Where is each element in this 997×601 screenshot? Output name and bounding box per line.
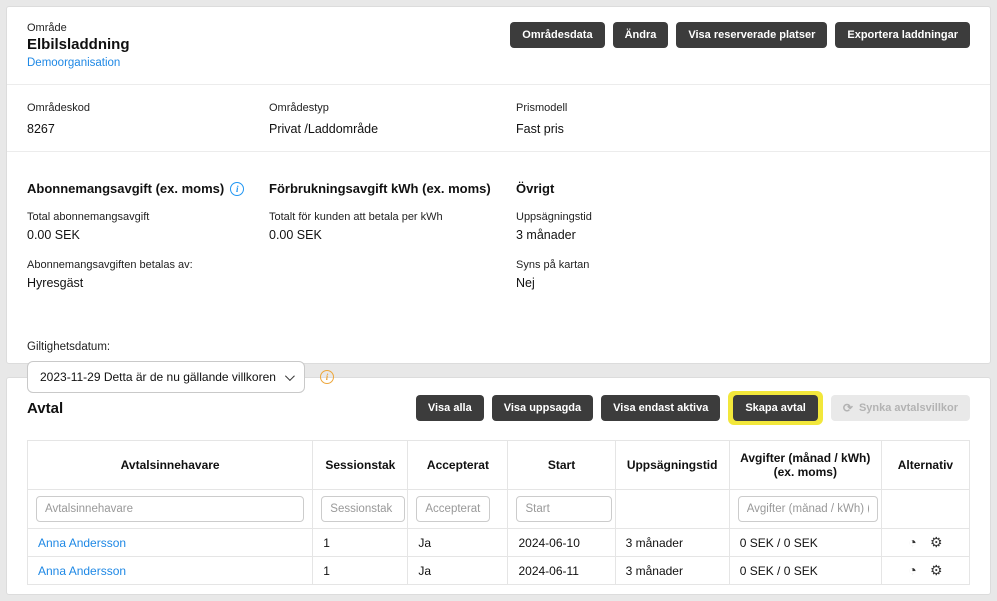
table-row: Anna Andersson 1 Ja 2024-06-10 3 månader… <box>28 529 970 557</box>
cell-start: 2024-06-10 <box>508 529 615 557</box>
page-title: Elbilsladdning <box>27 36 130 53</box>
area-type-label: Områdestyp <box>269 102 516 114</box>
cell-options: ◔ ⚙ <box>881 529 969 557</box>
cell-notice-period: 3 månader <box>615 557 729 585</box>
areadata-button[interactable]: Områdesdata <box>510 22 604 48</box>
contract-holder-link[interactable]: Anna Andersson <box>38 536 126 550</box>
subscription-fee-title: Abonnemangsavgift (ex. moms) i <box>27 181 269 196</box>
area-code-value: 8267 <box>27 122 269 136</box>
divider <box>7 84 990 85</box>
gear-icon[interactable]: ⚙ <box>930 534 943 551</box>
price-model-label: Prismodell <box>516 102 970 114</box>
validity-selected-option: 2023-11-29 Detta är de nu gällande villk… <box>40 370 276 384</box>
subscription-fee-column: Abonnemangsavgift (ex. moms) i Total abo… <box>27 181 269 307</box>
header-options: Alternativ <box>881 441 969 490</box>
cell-session-cap: 1 <box>313 529 408 557</box>
table-filter-row <box>28 490 970 529</box>
export-chargings-button[interactable]: Exportera laddningar <box>835 22 970 48</box>
contracts-title: Avtal <box>27 400 63 417</box>
cell-start: 2024-06-11 <box>508 557 615 585</box>
visible-on-map-label: Syns på kartan <box>516 259 970 271</box>
pricing-section: Abonnemangsavgift (ex. moms) i Total abo… <box>27 165 970 307</box>
other-title: Övrigt <box>516 181 970 196</box>
header-session-cap: Sessionstak <box>313 441 408 490</box>
consumption-fee-column: Förbrukningsavgift kWh (ex. moms) Totalt… <box>269 181 516 307</box>
page: Område Elbilsladdning Demoorganisation O… <box>0 0 997 601</box>
history-icon[interactable]: ◔ <box>908 562 916 578</box>
cell-accepted: Ja <box>408 557 508 585</box>
header-contract-holder: Avtalsinnehavare <box>28 441 313 490</box>
filter-contract-holder-input[interactable] <box>36 496 304 522</box>
area-kicker: Område <box>27 22 130 34</box>
notice-period-value: 3 månader <box>516 228 970 242</box>
contracts-table: Avtalsinnehavare Sessionstak Accepterat … <box>27 440 970 585</box>
visible-on-map-value: Nej <box>516 276 970 290</box>
sync-contract-terms-button[interactable]: ⟳ Synka avtalsvillkor <box>831 395 970 421</box>
show-active-only-button[interactable]: Visa endast aktiva <box>601 395 720 421</box>
show-all-button[interactable]: Visa alla <box>416 395 484 421</box>
area-card-header: Område Elbilsladdning Demoorganisation O… <box>27 22 970 71</box>
filter-empty-cell <box>881 490 969 529</box>
table-row: Anna Andersson 1 Ja 2024-06-11 3 månader… <box>28 557 970 585</box>
area-code-label: Områdeskod <box>27 102 269 114</box>
total-subscription-value: 0.00 SEK <box>27 228 269 242</box>
table-header-row: Avtalsinnehavare Sessionstak Accepterat … <box>28 441 970 490</box>
header-start: Start <box>508 441 615 490</box>
gear-icon[interactable]: ⚙ <box>930 562 943 579</box>
per-kwh-label: Totalt för kunden att betala per kWh <box>269 211 516 223</box>
subscription-fee-title-text: Abonnemangsavgift (ex. moms) <box>27 181 224 196</box>
validity-select[interactable]: 2023-11-29 Detta är de nu gällande villk… <box>27 361 305 393</box>
cell-options: ◔ ⚙ <box>881 557 969 585</box>
warning-info-icon[interactable]: i <box>320 370 334 384</box>
divider <box>7 151 990 152</box>
area-card: Område Elbilsladdning Demoorganisation O… <box>6 6 991 364</box>
paid-by-label: Abonnemangsavgiften betalas av: <box>27 259 269 271</box>
field-area-type: Områdestyp Privat /Laddområde <box>269 102 516 136</box>
filter-session-cap-input[interactable] <box>321 496 405 522</box>
sync-icon: ⟳ <box>843 402 853 414</box>
cell-fees: 0 SEK / 0 SEK <box>729 557 881 585</box>
price-model-value: Fast pris <box>516 122 970 136</box>
contracts-actions: Visa alla Visa uppsagda Visa endast akti… <box>416 391 970 425</box>
filter-empty-cell <box>615 490 729 529</box>
cell-accepted: Ja <box>408 529 508 557</box>
filter-fees-input[interactable] <box>738 496 878 522</box>
header-notice-period: Uppsägningstid <box>615 441 729 490</box>
validity-label: Giltighetsdatum: <box>27 341 970 353</box>
title-block: Område Elbilsladdning Demoorganisation <box>27 22 130 71</box>
organization-link[interactable]: Demoorganisation <box>27 57 120 69</box>
edit-button[interactable]: Ändra <box>613 22 669 48</box>
contracts-card: Avtal Visa alla Visa uppsagda Visa endas… <box>6 377 991 595</box>
filter-accepted-input[interactable] <box>416 496 490 522</box>
other-column: Övrigt Uppsägningstid 3 månader Syns på … <box>516 181 970 307</box>
per-kwh-value: 0.00 SEK <box>269 228 516 242</box>
filter-start-input[interactable] <box>516 496 612 522</box>
chevron-down-icon <box>285 371 295 381</box>
area-actions: Områdesdata Ändra Visa reserverade plats… <box>510 22 970 48</box>
total-subscription-label: Total abonnemangsavgift <box>27 211 269 223</box>
history-icon[interactable]: ◔ <box>908 534 916 550</box>
contract-holder-link[interactable]: Anna Andersson <box>38 564 126 578</box>
area-details: Områdeskod 8267 Områdestyp Privat /Laddo… <box>27 98 970 138</box>
paid-by-value: Hyresgäst <box>27 276 269 290</box>
show-reserved-button[interactable]: Visa reserverade platser <box>676 22 827 48</box>
create-contract-button[interactable]: Skapa avtal <box>733 395 818 421</box>
header-fees: Avgifter (månad / kWh) (ex. moms) <box>729 441 881 490</box>
contracts-header: Avtal Visa alla Visa uppsagda Visa endas… <box>27 391 970 425</box>
sync-button-label: Synka avtalsvillkor <box>859 402 958 414</box>
cell-session-cap: 1 <box>313 557 408 585</box>
info-icon[interactable]: i <box>230 182 244 196</box>
cell-fees: 0 SEK / 0 SEK <box>729 529 881 557</box>
area-type-value: Privat /Laddområde <box>269 122 516 136</box>
header-accepted: Accepterat <box>408 441 508 490</box>
show-terminated-button[interactable]: Visa uppsagda <box>492 395 593 421</box>
consumption-fee-title: Förbrukningsavgift kWh (ex. moms) <box>269 181 516 196</box>
field-price-model: Prismodell Fast pris <box>516 102 970 136</box>
create-contract-highlight: Skapa avtal <box>728 391 823 425</box>
cell-notice-period: 3 månader <box>615 529 729 557</box>
notice-period-label: Uppsägningstid <box>516 211 970 223</box>
field-area-code: Områdeskod 8267 <box>27 102 269 136</box>
